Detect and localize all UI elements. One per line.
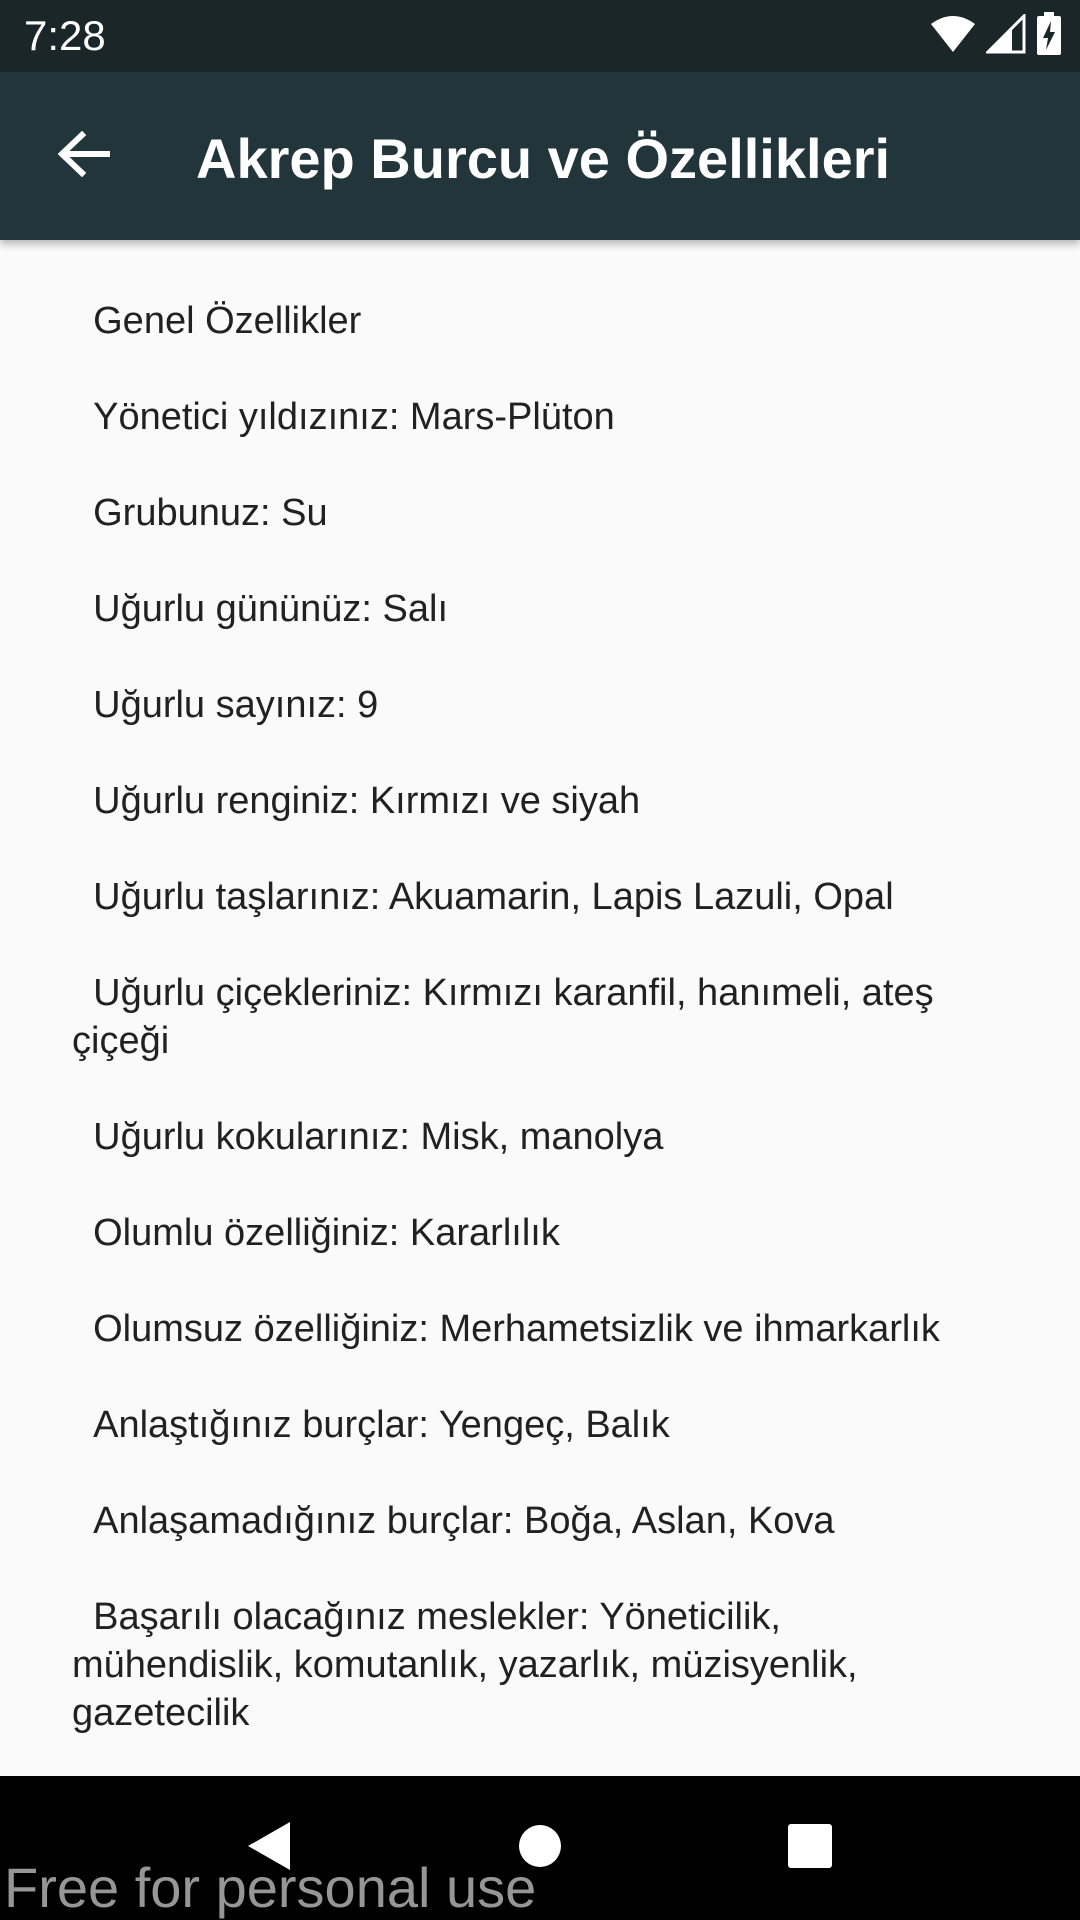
text-line: Olumlu özelliğiniz: Kararlılık — [72, 1212, 560, 1254]
content-list: Genel Özellikler Yönetici yıldızınız: Ma… — [72, 297, 992, 1776]
screen: 7:28 Akrep Burcu ve Özellikleri Genel Öz… — [0, 0, 1080, 1920]
page-title: Akrep Burcu ve Özellikleri — [196, 127, 891, 190]
nav-back-icon — [244, 1820, 292, 1877]
text-line: Olumsuz özelliğiniz: Merhametsizlik ve i… — [72, 1308, 940, 1350]
text-line: Anlaşamadığınız burçlar: Boğa, Aslan, Ko… — [72, 1500, 835, 1542]
nav-recents-icon — [787, 1823, 833, 1874]
text-line: Uğurlu gününüz: Salı — [72, 588, 449, 630]
text-line: Grubunuz: Su — [72, 492, 328, 534]
text-line: Başarılı olacağınız meslekler: Yöneticil… — [72, 1596, 869, 1734]
nav-home-icon — [517, 1823, 563, 1874]
nav-recents-button[interactable] — [770, 1808, 850, 1888]
status-icons — [930, 11, 1062, 61]
status-bar: 7:28 — [0, 0, 1080, 72]
text-line: Yönetici yıldızınız: Mars-Plüton — [72, 396, 615, 438]
nav-back-button[interactable] — [228, 1808, 308, 1888]
nav-home-button[interactable] — [500, 1808, 580, 1888]
battery-charging-icon — [1036, 11, 1062, 61]
navigation-bar — [0, 1776, 1080, 1920]
text-line: Uğurlu çiçekleriniz: Kırmızı karanfil, h… — [72, 972, 945, 1062]
text-line: Genel Özellikler — [72, 300, 362, 342]
text-line: Uğurlu kokularınız: Misk, manolya — [72, 1116, 664, 1158]
content-scroll-area[interactable]: Genel Özellikler Yönetici yıldızınız: Ma… — [0, 240, 1080, 1776]
text-line: Uğurlu taşlarınız: Akuamarin, Lapis Lazu… — [72, 876, 894, 918]
app-bar: Akrep Burcu ve Özellikleri — [0, 72, 1080, 240]
arrow-left-icon — [57, 130, 111, 182]
cell-signal-icon — [984, 11, 1026, 59]
text-line: Anlaştığınız burçlar: Yengeç, Balık — [72, 1404, 670, 1446]
wifi-icon — [930, 14, 976, 59]
text-line: Uğurlu sayınız: 9 — [72, 684, 379, 726]
back-button[interactable] — [42, 114, 126, 198]
status-time: 7:28 — [24, 12, 106, 59]
text-line: Uğurlu renginiz: Kırmızı ve siyah — [72, 780, 641, 822]
